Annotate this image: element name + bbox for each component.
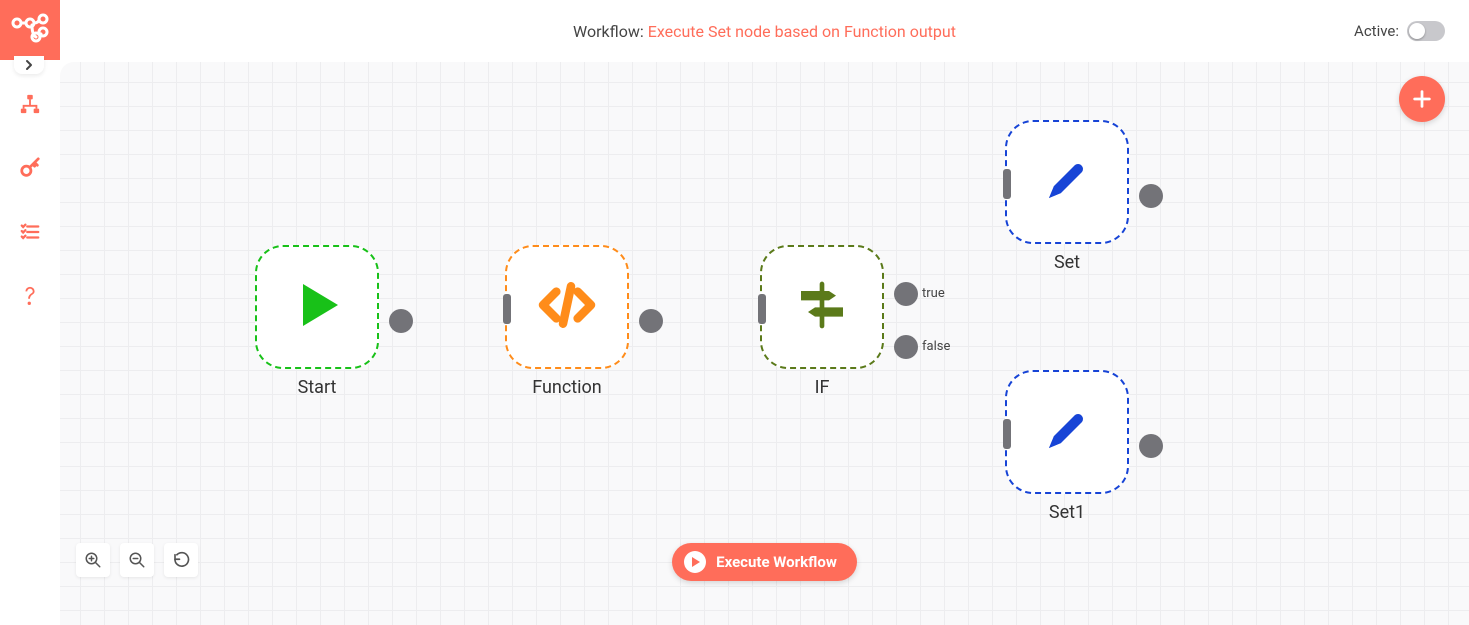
node-set[interactable]: Set (1005, 120, 1129, 273)
node-label: Function (505, 377, 629, 398)
node-output-port[interactable] (1139, 434, 1163, 458)
node-box[interactable] (505, 245, 629, 369)
node-start[interactable]: Start (255, 245, 379, 398)
undo-icon (172, 551, 190, 569)
workflow-title-prefix: Workflow: (573, 22, 648, 41)
node-if[interactable]: truefalse IF (760, 245, 884, 398)
code-icon (535, 273, 599, 341)
app-logo[interactable] (0, 0, 60, 60)
node-input-port[interactable] (758, 294, 766, 324)
node-output-port[interactable] (894, 282, 918, 306)
workflow-name[interactable]: Execute Set node based on Function outpu… (648, 22, 956, 41)
node-input-port[interactable] (1003, 419, 1011, 449)
sidebar-item-workflows[interactable] (16, 90, 44, 118)
add-node-button[interactable] (1399, 76, 1445, 122)
chevron-right-icon (23, 59, 35, 71)
node-label: Set1 (1005, 502, 1129, 523)
node-function[interactable]: Function (505, 245, 629, 398)
active-toggle[interactable] (1407, 21, 1445, 41)
list-icon (19, 221, 41, 243)
play-circle-icon (684, 551, 706, 573)
signpost-icon (794, 277, 850, 337)
zoom-controls (76, 543, 198, 577)
zoom-out-icon (128, 551, 146, 569)
active-label: Active: (1354, 22, 1399, 40)
n8n-logo-icon (10, 10, 50, 50)
node-box[interactable]: truefalse (760, 245, 884, 369)
question-icon (21, 285, 39, 307)
node-label: IF (760, 377, 884, 398)
node-output-port[interactable] (389, 309, 413, 333)
node-input-port[interactable] (503, 294, 511, 324)
node-input-port[interactable] (1003, 169, 1011, 199)
node-output-port[interactable] (894, 335, 918, 359)
execute-workflow-button[interactable]: Execute Workflow (672, 543, 857, 581)
workflow-canvas[interactable]: StartFunctiontruefalseIFSetSet1 (60, 62, 1469, 625)
node-label: Start (255, 377, 379, 398)
node-box[interactable] (255, 245, 379, 369)
pencil-icon (1043, 156, 1091, 208)
plus-icon (1411, 88, 1433, 110)
pencil-icon (1043, 406, 1091, 458)
node-box[interactable] (1005, 370, 1129, 494)
play-solid-icon (289, 277, 345, 337)
key-icon (19, 157, 41, 179)
node-output-port[interactable] (639, 309, 663, 333)
node-set1[interactable]: Set1 (1005, 370, 1129, 523)
zoom-out-button[interactable] (120, 543, 154, 577)
zoom-in-button[interactable] (76, 543, 110, 577)
node-box[interactable] (1005, 120, 1129, 244)
toggle-knob (1409, 23, 1425, 39)
sidebar-item-executions[interactable] (16, 218, 44, 246)
zoom-in-icon (84, 551, 102, 569)
sidebar-expand-toggle[interactable] (14, 56, 44, 74)
header: Workflow: Execute Set node based on Func… (60, 0, 1469, 62)
sidebar-nav (0, 90, 60, 310)
sitemap-icon (19, 93, 41, 115)
sidebar-item-credentials[interactable] (16, 154, 44, 182)
execute-label: Execute Workflow (716, 553, 837, 571)
port-label-true: true (922, 286, 945, 301)
active-toggle-wrapper: Active: (1354, 0, 1445, 62)
node-output-port[interactable] (1139, 184, 1163, 208)
sidebar-item-help[interactable] (16, 282, 44, 310)
reset-view-button[interactable] (164, 543, 198, 577)
workflow-title: Workflow: Execute Set node based on Func… (573, 22, 956, 41)
sidebar (0, 0, 60, 625)
port-label-false: false (922, 339, 950, 354)
edge-layer (60, 62, 360, 212)
node-label: Set (1005, 252, 1129, 273)
